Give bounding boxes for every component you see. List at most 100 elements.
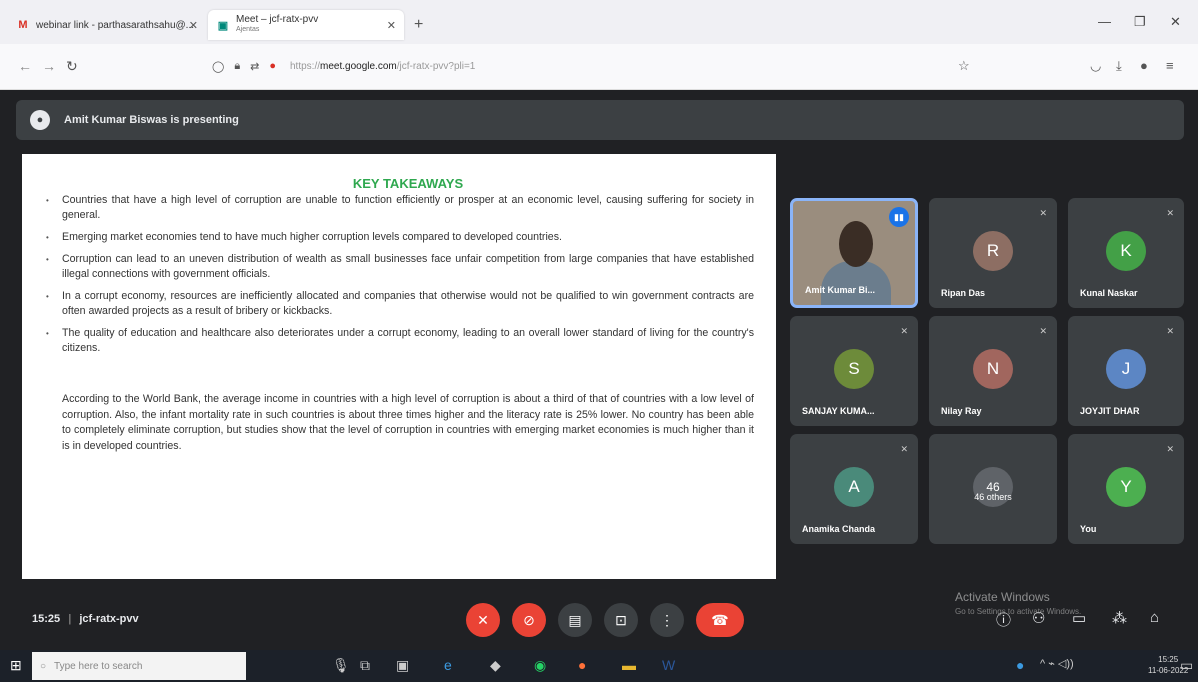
more-options-button[interactable]: ⋮ — [650, 603, 684, 637]
downloads-icon[interactable]: ⤓ — [1116, 58, 1122, 74]
close-icon[interactable]: ✕ — [387, 19, 396, 32]
participant-name: Anamika Chanda — [802, 524, 876, 534]
taskbar-search[interactable]: ○ Type here to search — [32, 652, 246, 680]
separator: | — [68, 613, 72, 625]
presenting-banner: ● Amit Kumar Biswas is presenting — [16, 100, 1184, 140]
meeting-code: jcf-ratx-pvv — [79, 613, 139, 625]
mic-toggle-button[interactable]: ✕ — [466, 603, 500, 637]
meet-icon: ▣ — [217, 19, 229, 32]
search-placeholder: Type here to search — [54, 660, 143, 672]
tab-title: webinar link - parthasarathsahu@... — [36, 19, 195, 31]
browser-nav-bar: ← → ↻ ◯ 🔒︎ ⇄ ● https://meet.google.com/j… — [0, 44, 1198, 90]
browser-tab-gmail[interactable]: M webinar link - parthasarathsahu@... ✕ — [8, 10, 206, 40]
gmail-icon: M — [18, 19, 28, 31]
firefox-icon[interactable]: ● — [578, 657, 586, 673]
list-item: In a corrupt economy, resources are inef… — [46, 289, 754, 319]
mic-off-icon: ✕ — [1166, 326, 1174, 336]
whatsapp-icon[interactable]: ◉ — [534, 657, 546, 674]
mic-off-icon: ✕ — [1166, 208, 1174, 218]
avatar: N — [973, 349, 1013, 389]
participant-name: 46 others — [974, 492, 1012, 502]
avatar: S — [834, 349, 874, 389]
address-bar[interactable]: https://meet.google.com/jcf-ratx-pvv?pli… — [290, 61, 475, 72]
more-vert-icon: ⋮ — [660, 611, 674, 628]
captions-icon: ▤ — [568, 611, 582, 628]
participant-tile[interactable]: ✕ R Ripan Das — [929, 198, 1057, 308]
activate-windows-watermark: Activate Windows — [955, 590, 1050, 604]
present-icon: ⊡ — [615, 611, 627, 628]
mic-off-icon: ✕ — [1039, 208, 1047, 218]
participant-tile-self[interactable]: ✕ Y You — [1068, 434, 1184, 544]
url-host: meet.google.com — [320, 61, 397, 72]
mic-off-icon: ✕ — [1166, 444, 1174, 454]
present-button[interactable]: ⊡ — [604, 603, 638, 637]
participant-tile[interactable]: ✕ N Nilay Ray — [929, 316, 1057, 426]
close-icon[interactable]: ✕ — [189, 19, 198, 32]
video-feed-face — [839, 221, 873, 267]
forward-icon[interactable]: → — [42, 58, 56, 74]
presenting-label: Amit Kumar Biswas is presenting — [64, 114, 239, 126]
presenter-avatar: ● — [30, 110, 50, 130]
participant-name: Amit Kumar Bi... — [805, 285, 876, 295]
activities-icon[interactable]: ⁂ — [1112, 609, 1127, 627]
takeaways-list: Countries that have a high level of corr… — [46, 193, 754, 356]
microphone-icon[interactable]: 🎙︎ — [332, 657, 350, 674]
windows-start-icon[interactable]: ⊞ — [10, 657, 22, 674]
shield-icon[interactable]: ◯ — [212, 60, 224, 73]
system-tray-icons[interactable]: ^ ⌁ ◁)) — [1040, 657, 1074, 670]
notifications-icon[interactable]: ▭ — [1180, 657, 1193, 674]
list-item: Corruption can lead to an uneven distrib… — [46, 252, 754, 282]
list-item: Emerging market economies tend to have m… — [46, 230, 754, 245]
camera-off-icon: ⊘ — [523, 611, 535, 628]
participant-name: JOYJIT DHAR — [1080, 406, 1140, 416]
new-tab-icon[interactable]: + — [414, 16, 423, 34]
avatar: Y — [1106, 467, 1146, 507]
camera-toggle-button[interactable]: ⊘ — [512, 603, 546, 637]
lock-icon[interactable]: 🔒︎ — [234, 60, 240, 73]
host-controls-icon[interactable]: ⌂ — [1150, 609, 1159, 626]
permissions-icon[interactable]: ⇄ — [250, 60, 259, 73]
account-icon[interactable]: ● — [1140, 58, 1148, 73]
reload-icon[interactable]: ↻ — [66, 58, 78, 75]
tab-subtitle: Ajentas — [236, 26, 260, 33]
participant-name: Nilay Ray — [941, 406, 982, 416]
participant-tile[interactable]: ✕ K Kunal Naskar — [1068, 198, 1184, 308]
edge-icon[interactable]: e — [444, 657, 452, 673]
windows-taskbar: ⊞ ○ Type here to search 🎙︎ ⧉ ▣ e ◆ ◉ ● ▬… — [0, 650, 1198, 682]
participant-tile-others[interactable]: 46 46 others — [929, 434, 1057, 544]
participant-name: Kunal Naskar — [1080, 288, 1138, 298]
leave-call-button[interactable]: ☎ — [696, 603, 744, 637]
menu-icon[interactable]: ≡ — [1166, 58, 1174, 73]
avatar: R — [973, 231, 1013, 271]
participant-tile[interactable]: ✕ J JOYJIT DHAR — [1068, 316, 1184, 426]
close-window-icon[interactable]: ✕ — [1170, 14, 1181, 30]
participant-tile[interactable]: ✕ S SANJAY KUMA... — [790, 316, 918, 426]
file-explorer-icon[interactable]: ▬ — [622, 657, 636, 673]
store-icon[interactable]: ▣ — [396, 657, 409, 674]
captions-button[interactable]: ▤ — [558, 603, 592, 637]
back-icon[interactable]: ← — [18, 58, 32, 74]
pocket-icon[interactable]: ◡ — [1090, 58, 1101, 74]
avatar: A — [834, 467, 874, 507]
microphone-indicator-icon[interactable]: ● — [269, 60, 276, 73]
minimize-icon[interactable]: — — [1098, 14, 1111, 29]
app-icon[interactable]: ◆ — [490, 657, 501, 674]
mic-off-icon: ✕ — [900, 326, 908, 336]
avatar: K — [1106, 231, 1146, 271]
slide-paragraph: According to the World Bank, the average… — [62, 393, 754, 452]
hang-up-icon: ☎ — [711, 611, 729, 628]
participant-tile[interactable]: ✕ A Anamika Chanda — [790, 434, 918, 544]
participant-tile-presenter[interactable]: ▮▮ Amit Kumar Bi... — [790, 198, 918, 308]
weather-icon[interactable]: ● — [1016, 657, 1024, 673]
word-icon[interactable]: W — [662, 657, 675, 673]
participant-name: Ripan Das — [941, 288, 986, 298]
browser-tab-meet[interactable]: ▣ Meet – jcf-ratx-pvv Ajentas ✕ — [208, 10, 404, 40]
meeting-info: 15:25 | jcf-ratx-pvv — [32, 613, 139, 625]
task-view-icon[interactable]: ⧉ — [360, 657, 370, 674]
presentation-slide: KEY TAKEAWAYS Countries that have a high… — [22, 154, 776, 579]
url-suffix: /jcf-ratx-pvv?pli=1 — [396, 61, 476, 72]
url-prefix: https:// — [290, 61, 321, 72]
meeting-time: 15:25 — [32, 613, 61, 625]
bookmark-star-icon[interactable]: ☆ — [958, 58, 970, 74]
restore-icon[interactable]: ❐ — [1134, 14, 1146, 30]
